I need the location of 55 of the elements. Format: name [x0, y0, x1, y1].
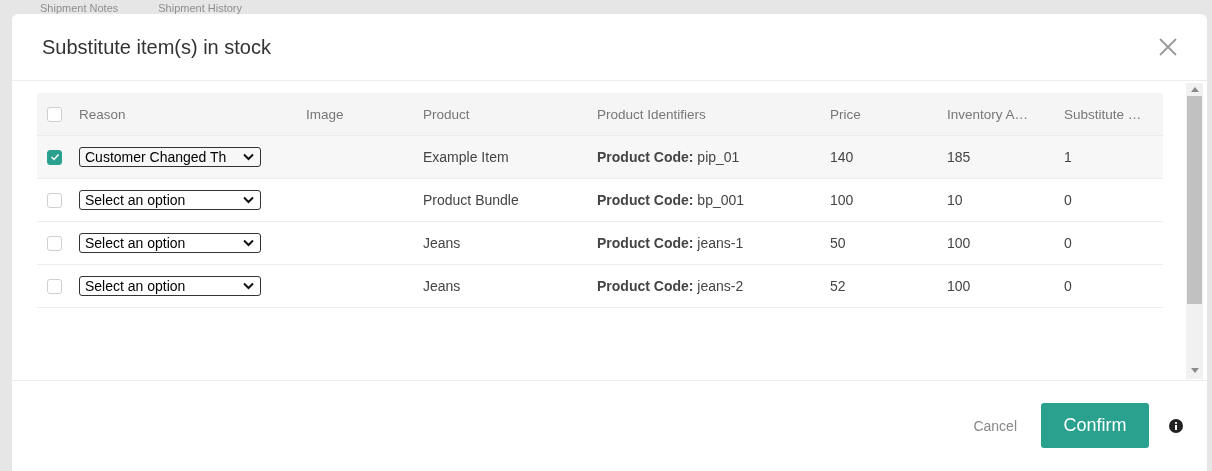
table-cell: Product Code: jeans-1 — [597, 235, 744, 251]
chevron-down-icon — [243, 153, 254, 161]
reason-dropdown[interactable]: Select an option — [79, 276, 261, 296]
column-header: Inventory A… — [947, 106, 1029, 122]
row-checkbox[interactable] — [47, 149, 62, 165]
table-row[interactable]: Customer Changed Th Example Item Product Code: pip_01 140 185 1 — [37, 136, 1163, 179]
table-cell: Jeans — [423, 278, 461, 294]
row-checkbox[interactable] — [47, 192, 62, 208]
reason-dropdown[interactable]: Customer Changed Th — [79, 147, 261, 167]
scrollbar-thumb[interactable] — [1187, 96, 1202, 304]
scrollbar[interactable] — [1186, 83, 1203, 379]
info-icon[interactable] — [1169, 418, 1183, 433]
table-cell: 0 — [1064, 235, 1072, 251]
row-checkbox[interactable] — [47, 235, 62, 251]
table-cell: 10 — [947, 192, 963, 208]
background-tab-label: Shipment History — [158, 2, 243, 14]
background-tab-label: Shipment Notes — [40, 2, 119, 14]
cancel-button[interactable]: Cancel — [969, 413, 1021, 438]
chevron-down-icon — [243, 282, 254, 290]
reason-dropdown[interactable]: Select an option — [79, 233, 261, 253]
table-cell: 50 — [830, 235, 846, 251]
scroll-up-icon[interactable] — [1190, 87, 1199, 92]
table-row[interactable]: Select an option Jeans Product Code: jeans-1 50 100 0 — [37, 222, 1163, 265]
scroll-down-icon[interactable] — [1190, 368, 1199, 373]
reason-dropdown[interactable]: Select an option — [79, 190, 261, 210]
table-cell: 1 — [1064, 149, 1072, 165]
table-row[interactable]: Select an option Jeans Product Code: jeans-2 52 100 0 — [37, 265, 1163, 308]
table-cell: Jeans — [423, 235, 461, 251]
table-cell: 140 — [830, 149, 854, 165]
table-cell: Product Code: jeans-2 — [597, 278, 744, 294]
column-header: Image — [306, 106, 344, 122]
close-icon[interactable] — [1159, 38, 1177, 56]
table-cell: Product Code: pip_01 — [597, 149, 740, 165]
select-all-checkbox[interactable] — [47, 106, 62, 122]
table-cell: 185 — [947, 149, 971, 165]
column-header: Reason — [79, 106, 126, 122]
column-header: Product — [423, 106, 470, 122]
table-cell: 52 — [830, 278, 846, 294]
column-header: Product Identifiers — [597, 106, 706, 122]
table-cell: 100 — [830, 192, 854, 208]
column-header: Substitute … — [1064, 106, 1142, 122]
dialog-title: Substitute item(s) in stock — [42, 35, 271, 59]
row-checkbox[interactable] — [47, 278, 62, 294]
table-cell: 100 — [947, 278, 971, 294]
table-cell: Product Bundle — [423, 192, 519, 208]
column-header: Price — [830, 106, 861, 122]
table-cell: 0 — [1064, 278, 1072, 294]
checkmark-icon — [49, 152, 60, 162]
table-cell: 0 — [1064, 192, 1072, 208]
table-cell: 100 — [947, 235, 971, 251]
chevron-down-icon — [243, 196, 254, 204]
table-row[interactable]: Select an option Product Bundle Product Code: bp_001 100 10 0 — [37, 179, 1163, 222]
table-cell: Example Item — [423, 149, 509, 165]
chevron-down-icon — [243, 239, 254, 247]
table-cell: Product Code: bp_001 — [597, 192, 745, 208]
